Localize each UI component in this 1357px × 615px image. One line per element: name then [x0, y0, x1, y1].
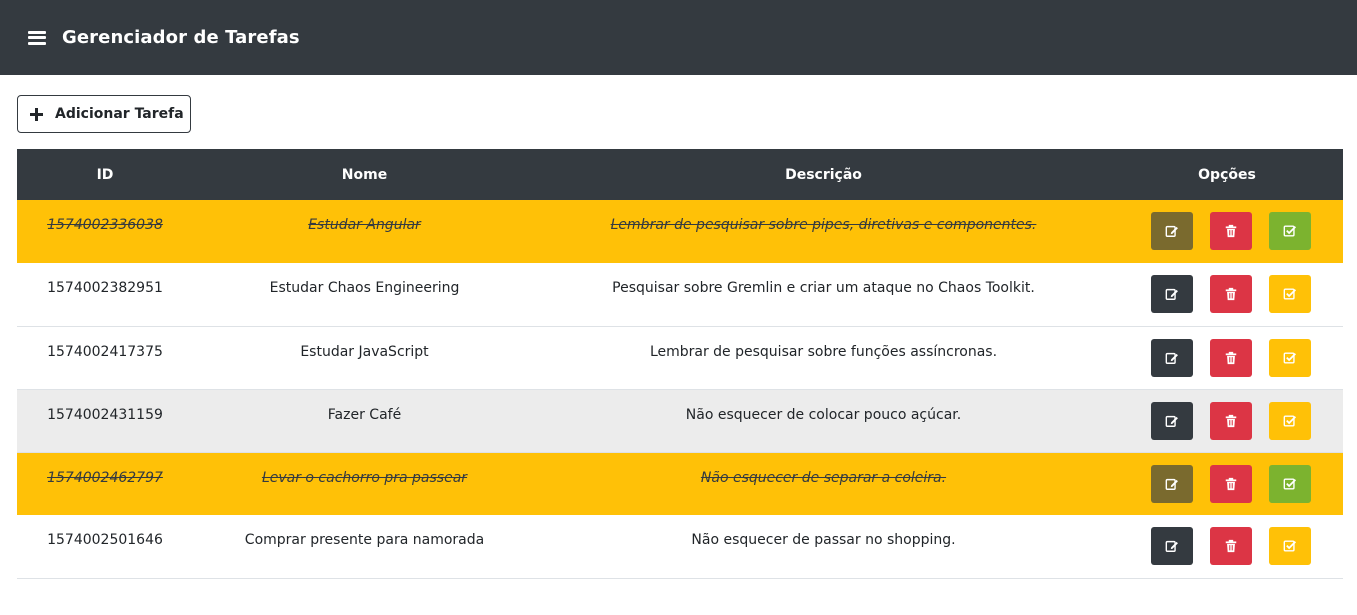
task-nome: Levar o cachorro pra passear: [261, 469, 468, 486]
task-nome: Fazer Café: [327, 406, 402, 423]
delete-task-button[interactable]: [1210, 338, 1252, 377]
check-square-icon: [1283, 540, 1297, 552]
table-row: 1574002501646 Comprar presente para namo…: [17, 515, 1343, 578]
add-task-label: Adicionar Tarefa: [55, 106, 184, 122]
trash-icon: [1225, 414, 1237, 427]
task-id: 1574002336038: [47, 217, 163, 233]
edit-task-button[interactable]: [1151, 212, 1193, 250]
header-descricao: Descrição: [785, 166, 862, 183]
task-nome: Comprar presente para namorada: [244, 532, 485, 548]
check-square-icon: [1283, 288, 1297, 300]
task-id: 1574002417375: [47, 343, 163, 360]
app-title[interactable]: Gerenciador de Tarefas: [62, 27, 300, 48]
check-square-icon: [1283, 225, 1297, 237]
task-id: 1574002501646: [47, 532, 163, 548]
task-options: [1111, 452, 1343, 515]
edit-icon: [1165, 352, 1178, 364]
task-descricao: Não esquecer de colocar pouco açúcar.: [685, 406, 962, 423]
task-id: 1574002431159: [47, 406, 163, 423]
navbar: Gerenciador de Tarefas: [0, 0, 1357, 75]
edit-task-button[interactable]: [1151, 275, 1193, 313]
trash-icon: [1225, 539, 1237, 553]
task-options: [1111, 263, 1343, 326]
complete-task-button[interactable]: [1269, 464, 1311, 503]
task-table: ID Nome Descrição Opções 1574002336038 E…: [17, 149, 1343, 579]
table-row: 1574002462797 Levar o cachorro pra passe…: [17, 452, 1343, 515]
task-descricao: Lembrar de pesquisar sobre funções assín…: [649, 343, 998, 360]
edit-task-button[interactable]: [1151, 338, 1193, 377]
table-header-row: ID Nome Descrição Opções: [17, 149, 1343, 200]
table-row: 1574002417375 Estudar JavaScript Lembrar…: [17, 326, 1343, 389]
edit-icon: [1165, 540, 1178, 552]
delete-task-button[interactable]: [1210, 275, 1252, 313]
task-options: [1111, 389, 1343, 452]
delete-task-button[interactable]: [1210, 527, 1252, 565]
trash-icon: [1225, 287, 1237, 301]
header-id: ID: [96, 166, 114, 183]
task-nome: Estudar Angular: [308, 217, 421, 233]
table-row: 1574002382951 Estudar Chaos Engineering …: [17, 263, 1343, 326]
task-descricao: Pesquisar sobre Gremlin e criar um ataqu…: [612, 280, 1035, 296]
table-row: 1574002431159 Fazer Café Não esquecer de…: [17, 389, 1343, 452]
task-id: 1574002462797: [47, 469, 163, 486]
edit-icon: [1165, 288, 1178, 300]
edit-task-button[interactable]: [1151, 527, 1193, 565]
check-square-icon: [1283, 414, 1297, 427]
check-square-icon: [1283, 351, 1297, 364]
delete-task-button[interactable]: [1210, 464, 1252, 503]
task-options: [1111, 326, 1343, 389]
plus-icon: [30, 107, 43, 121]
complete-task-button[interactable]: [1269, 275, 1311, 313]
task-descricao: Não esquecer de separar a coleira.: [700, 469, 947, 486]
edit-task-button[interactable]: [1151, 401, 1193, 440]
trash-icon: [1225, 351, 1237, 364]
trash-icon: [1225, 224, 1237, 238]
header-nome: Nome: [341, 166, 388, 183]
table-row: 1574002336038 Estudar Angular Lembrar de…: [17, 200, 1343, 263]
task-options: [1111, 515, 1343, 578]
edit-icon: [1165, 415, 1178, 427]
delete-task-button[interactable]: [1210, 401, 1252, 440]
complete-task-button[interactable]: [1269, 401, 1311, 440]
edit-task-button[interactable]: [1151, 464, 1193, 503]
task-options: [1111, 200, 1343, 263]
edit-icon: [1165, 478, 1178, 490]
trash-icon: [1225, 477, 1237, 490]
check-square-icon: [1283, 477, 1297, 490]
add-task-button[interactable]: Adicionar Tarefa: [17, 95, 191, 133]
complete-task-button[interactable]: [1269, 212, 1311, 250]
task-nome: Estudar Chaos Engineering: [269, 280, 460, 296]
complete-task-button[interactable]: [1269, 338, 1311, 377]
task-nome: Estudar JavaScript: [300, 343, 429, 360]
task-descricao: Não esquecer de passar no shopping.: [691, 532, 956, 548]
task-id: 1574002382951: [47, 280, 163, 296]
delete-task-button[interactable]: [1210, 212, 1252, 250]
edit-icon: [1165, 225, 1178, 237]
header-opcoes: Opções: [1198, 166, 1256, 183]
menu-icon[interactable]: [28, 30, 46, 45]
task-descricao: Lembrar de pesquisar sobre pipes, direti…: [610, 217, 1037, 233]
complete-task-button[interactable]: [1269, 527, 1311, 565]
